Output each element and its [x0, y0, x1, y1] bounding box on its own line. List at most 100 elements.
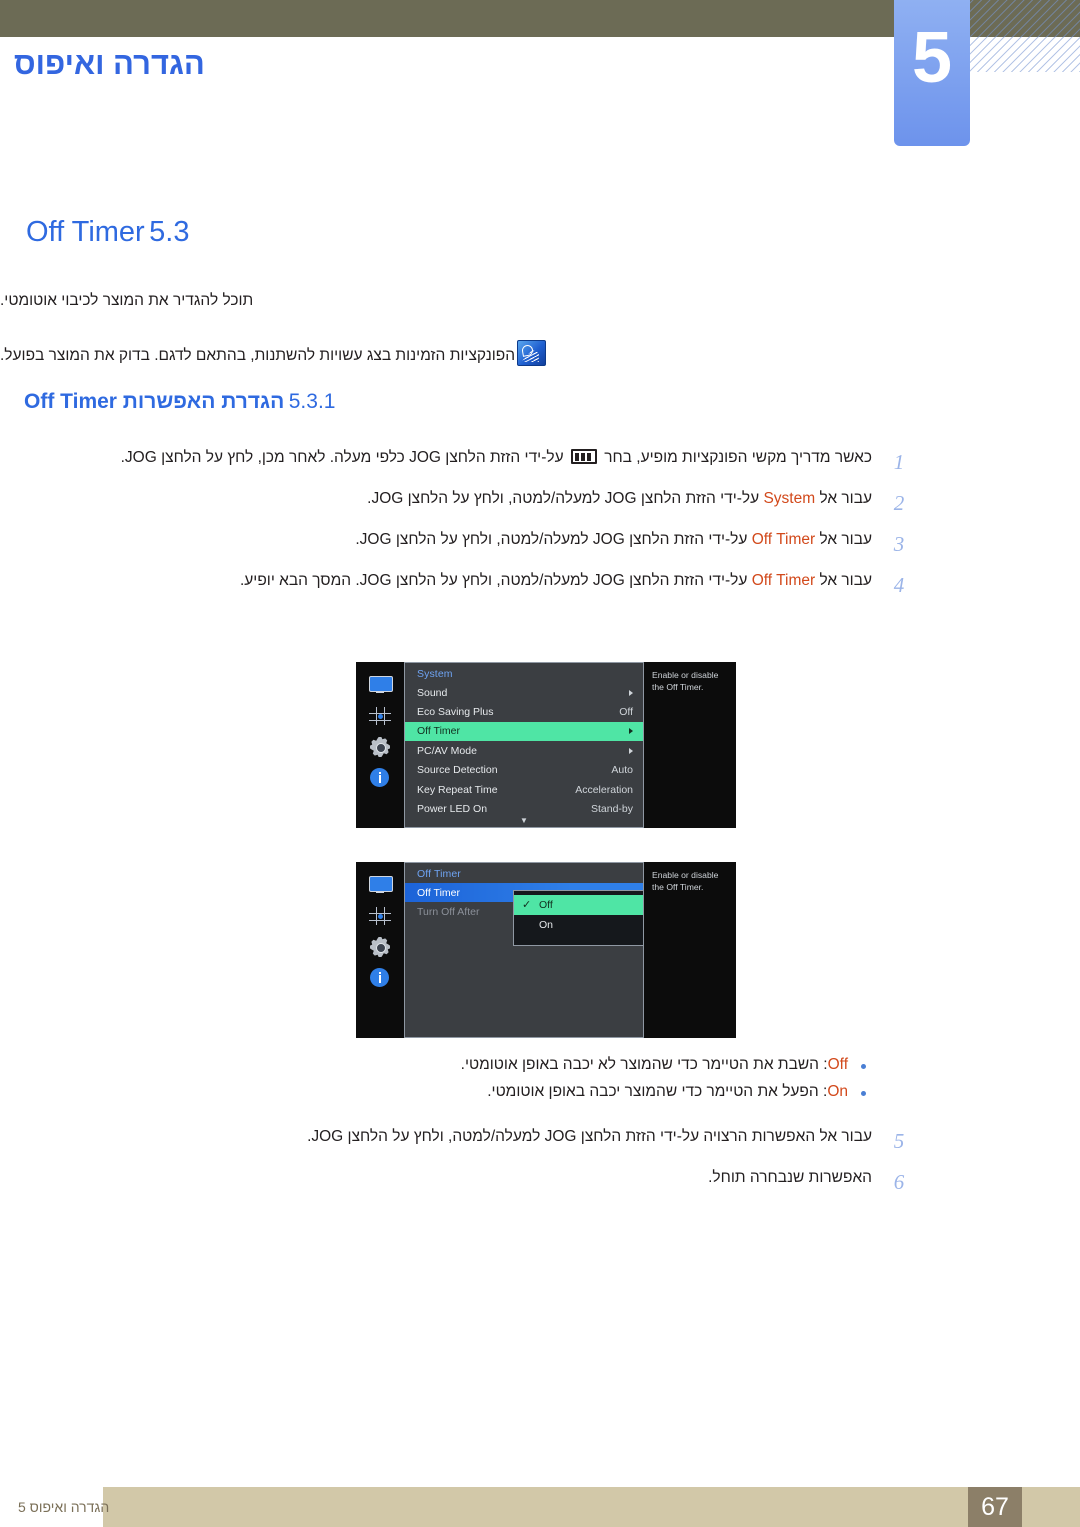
osd-menu-panel: Off Timer Off Timer Turn Off After ✓ Off…	[404, 862, 644, 1038]
jog-menu-icon	[570, 449, 597, 464]
scroll-down-caret-icon[interactable]: ▼	[405, 817, 643, 825]
gear-icon	[368, 937, 392, 957]
bullet-item: Off: השבת את הטיימר כדי שהמוצר לא יכבה ב…	[0, 1056, 870, 1074]
step-text-pre: עבור אל	[815, 572, 872, 590]
step-text: עבור אל Off Timer על-ידי הזזת הלחצן JOG …	[0, 569, 872, 593]
osd-description-panel: Enable or disable the Off Timer.	[644, 862, 736, 1038]
osd-menu-title: Off Timer	[417, 868, 461, 880]
chapter-title: הגדרה ואיפוס	[0, 46, 880, 82]
navigation-cross-icon	[368, 706, 392, 726]
step-item: 6 האפשרות שנבחרה תוחל.	[0, 1166, 912, 1194]
check-icon-placeholder: ✓	[522, 920, 533, 931]
section-heading: 5.3 Off Timer	[0, 216, 1000, 249]
osd-description-panel: Enable or disable the Off Timer.	[644, 662, 736, 828]
step-text-post: על-ידי הזזת הלחצן JOG כלפי מעלה. לאחר מכ…	[120, 449, 568, 466]
note-row: הפונקציות הזמינות בצג עשויות להשתנות, בה…	[0, 340, 912, 366]
step-text-post: על-ידי הזזת הלחצן JOG למעלה/למטה, ולחץ ע…	[239, 572, 752, 590]
bullet-dot-icon	[861, 1064, 866, 1069]
osd-row-value: Auto	[611, 764, 633, 777]
osd-row-off-timer[interactable]: Off Timer	[405, 721, 643, 742]
osd-submenu-option-on[interactable]: ✓ On	[514, 915, 643, 935]
step-number: 3	[893, 532, 905, 557]
chevron-right-icon	[629, 728, 633, 735]
step-text-post: על-ידי הזזת הלחצן JOG למעלה/למטה, ולחץ ע…	[355, 531, 752, 549]
step-text: עבור אל System על-ידי הזזת הלחצן JOG למע…	[0, 487, 872, 511]
footer-chapter-label: הגדרה ואיפוס 5	[18, 1499, 110, 1515]
osd-screenshot-off-timer: Off Timer Off Timer Turn Off After ✓ Off…	[356, 862, 736, 1038]
step-keyword: Off Timer	[751, 572, 816, 590]
subsection-heading: 5.3.1 הגדרת האפשרות Off Timer	[0, 390, 912, 414]
osd-row-key-repeat-time[interactable]: Key Repeat Time Acceleration	[405, 780, 643, 799]
gear-icon	[368, 737, 392, 757]
footer-text-row: הגדרה ואיפוס 5	[0, 1487, 1080, 1527]
step-text-post: על-ידי הזזת הלחצן JOG למעלה/למטה, ולחץ ע…	[367, 490, 764, 508]
osd-row-pc-av-mode[interactable]: PC/AV Mode	[405, 741, 643, 760]
osd-row-eco-saving-plus[interactable]: Eco Saving Plus Off	[405, 702, 643, 721]
monitor-icon	[368, 875, 393, 895]
osd-row-label: Turn Off After	[417, 906, 480, 919]
osd-row-label: Power LED On	[417, 803, 488, 816]
intro-paragraph: תוכל להגדיר את המוצר לכיבוי אוטומטי.	[0, 292, 254, 309]
osd-row-label: PC/AV Mode	[417, 744, 477, 757]
chevron-right-icon	[629, 689, 633, 696]
note-hand-icon	[517, 340, 547, 366]
osd-row-value: Stand-by	[590, 803, 633, 816]
osd-submenu-option-off[interactable]: ✓ Off	[514, 895, 643, 915]
osd-submenu-label: Off	[539, 899, 553, 911]
step-keyword: Off Timer	[751, 531, 816, 549]
steps-list-lower: 5 עבור אל האפשרות הרצויה על-ידי הזזת הלח…	[0, 1125, 912, 1207]
osd-row-label: Eco Saving Plus	[417, 706, 494, 719]
osd-row-label: Sound	[417, 686, 448, 699]
corner-hatch-decoration	[970, 0, 1080, 72]
osd-row-label: Off Timer	[417, 886, 460, 899]
info-icon	[368, 768, 392, 788]
osd-submenu-popup: ✓ Off ✓ On	[513, 890, 643, 946]
step-number: 5	[893, 1129, 905, 1153]
osd-menu-panel: System Sound Eco Saving Plus Off Off Tim…	[404, 662, 644, 828]
steps-list-upper: 1 כאשר מדריך מקשי הפונקציות מופיע, בחר ע…	[0, 446, 912, 610]
step-item: 2 עבור אל System על-ידי הזזת הלחצן JOG ל…	[0, 487, 912, 515]
note-text: הפונקציות הזמינות בצג עשויות להשתנות, בה…	[0, 346, 516, 364]
osd-icon-rail	[356, 662, 404, 828]
osd-row-value: Off	[619, 706, 633, 719]
chevron-right-icon	[629, 747, 633, 754]
bullet-dot-icon	[861, 1091, 866, 1096]
step-number: 4	[893, 573, 905, 598]
step-text: האפשרות שנבחרה תוחל.	[708, 1169, 872, 1187]
osd-row-label: Key Repeat Time	[417, 783, 498, 796]
step-text: כאשר מדריך מקשי הפונקציות מופיע, בחר על-…	[0, 446, 872, 470]
step-text-pre: עבור אל	[815, 531, 872, 549]
bullet-text: : הפעל את הטיימר כדי שהמוצר יכבה באופן א…	[487, 1083, 828, 1100]
step-item: 3 עבור אל Off Timer על-ידי הזזת הלחצן JO…	[0, 528, 912, 556]
monitor-icon	[368, 675, 393, 695]
navigation-cross-icon	[368, 906, 392, 926]
step-text: עבור אל Off Timer על-ידי הזזת הלחצן JOG …	[0, 528, 872, 552]
option-bullet-list: Off: השבת את הטיימר כדי שהמוצר לא יכבה ב…	[0, 1056, 870, 1110]
page-number-box: 67	[968, 1487, 1022, 1527]
step-item: 5 עבור אל האפשרות הרצויה על-ידי הזזת הלח…	[0, 1125, 912, 1153]
osd-row-label: Source Detection	[417, 764, 498, 777]
subsection-name: הגדרת האפשרות Off Timer	[24, 390, 285, 413]
osd-menu-title: System	[417, 668, 453, 680]
check-icon: ✓	[522, 898, 532, 911]
step-item: 1 כאשר מדריך מקשי הפונקציות מופיע, בחר ע…	[0, 446, 912, 474]
section-name: Off Timer	[26, 216, 145, 248]
bullet-text: : השבת את הטיימר כדי שהמוצר לא יכבה באופ…	[460, 1056, 828, 1073]
step-keyword: System	[763, 490, 816, 508]
step-text: עבור אל האפשרות הרצויה על-ידי הזזת הלחצן…	[307, 1128, 872, 1145]
step-number: 6	[893, 1170, 905, 1195]
osd-menu-rows: Sound Eco Saving Plus Off Off Timer PC/A…	[405, 683, 643, 819]
chapter-title-text: הגדרה ואיפוס	[14, 46, 205, 81]
step-text-pre: כאשר מדריך מקשי הפונקציות מופיע, בחר	[599, 449, 872, 466]
osd-icon-rail	[356, 862, 404, 1038]
step-number: 2	[893, 491, 905, 516]
osd-row-source-detection[interactable]: Source Detection Auto	[405, 761, 643, 780]
osd-row-sound[interactable]: Sound	[405, 683, 643, 702]
osd-row-value: Acceleration	[575, 783, 633, 796]
bullet-keyword: On	[827, 1083, 848, 1100]
osd-submenu-label: On	[539, 919, 554, 931]
subsection-number: 5.3.1	[288, 390, 336, 413]
bullet-keyword: Off	[827, 1056, 848, 1073]
osd-screenshot-system: System Sound Eco Saving Plus Off Off Tim…	[356, 662, 736, 828]
chapter-number: 5	[911, 18, 953, 98]
